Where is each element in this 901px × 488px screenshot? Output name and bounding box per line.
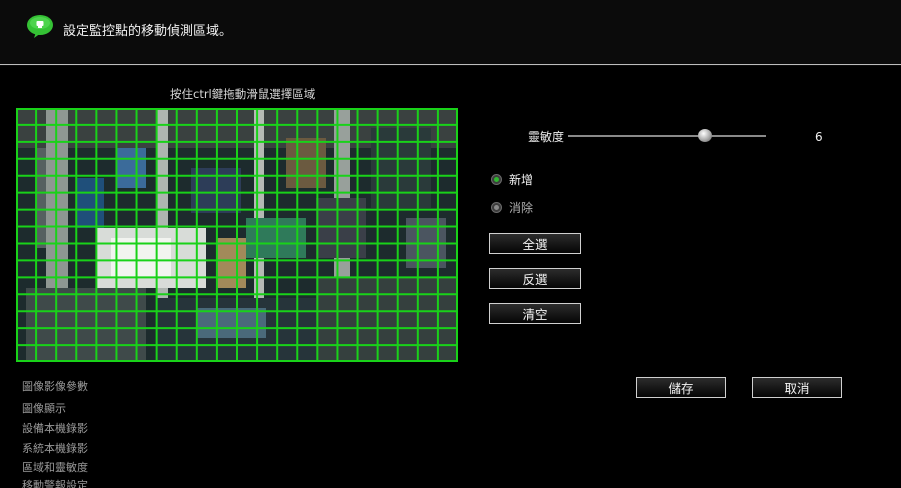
header: 設定監控點的移動偵測區域。 (0, 0, 901, 66)
sensitivity-value: 6 (815, 130, 823, 144)
radio-add-label: 新增 (509, 172, 534, 187)
chat-bubble-icon (27, 15, 53, 38)
menu-item-motion-alarm[interactable]: 移動警報設定 (22, 477, 88, 488)
menu-item-image-params[interactable]: 圖像影像參數 (22, 378, 88, 394)
select-all-button[interactable]: 全選 (489, 233, 581, 254)
clear-button[interactable]: 清空 (489, 303, 581, 324)
camera-preview[interactable] (16, 108, 458, 362)
radio-add-indicator (491, 173, 502, 185)
sensitivity-slider-thumb[interactable] (697, 129, 712, 142)
menu-item-image-display[interactable]: 圖像顯示 (22, 400, 66, 416)
detection-grid[interactable] (16, 108, 458, 362)
radio-remove-indicator (491, 201, 502, 213)
instruction-text: 按住ctrl鍵拖動滑鼠選擇區域 (170, 87, 316, 101)
radio-add[interactable]: 新增 (491, 171, 533, 187)
menu-item-device-recording[interactable]: 設備本機錄影 (22, 420, 88, 436)
menu-item-system-recording[interactable]: 系統本機錄影 (22, 440, 88, 456)
motion-detection-settings-page: 設定監控點的移動偵測區域。 按住ctrl鍵拖動滑鼠選擇區域 靈敏度 6 新增 消… (0, 0, 901, 488)
save-button[interactable]: 儲存 (636, 377, 726, 398)
invert-selection-button[interactable]: 反選 (489, 268, 581, 289)
header-divider (0, 64, 901, 65)
sensitivity-slider-track[interactable] (568, 135, 766, 137)
page-title: 設定監控點的移動偵測區域。 (63, 24, 233, 39)
sensitivity-label: 靈敏度 (528, 130, 565, 144)
menu-item-area-sensitivity[interactable]: 區域和靈敏度 (22, 459, 88, 475)
radio-remove-label: 消除 (509, 200, 534, 215)
cancel-button[interactable]: 取消 (752, 377, 842, 398)
radio-remove[interactable]: 消除 (491, 199, 533, 215)
